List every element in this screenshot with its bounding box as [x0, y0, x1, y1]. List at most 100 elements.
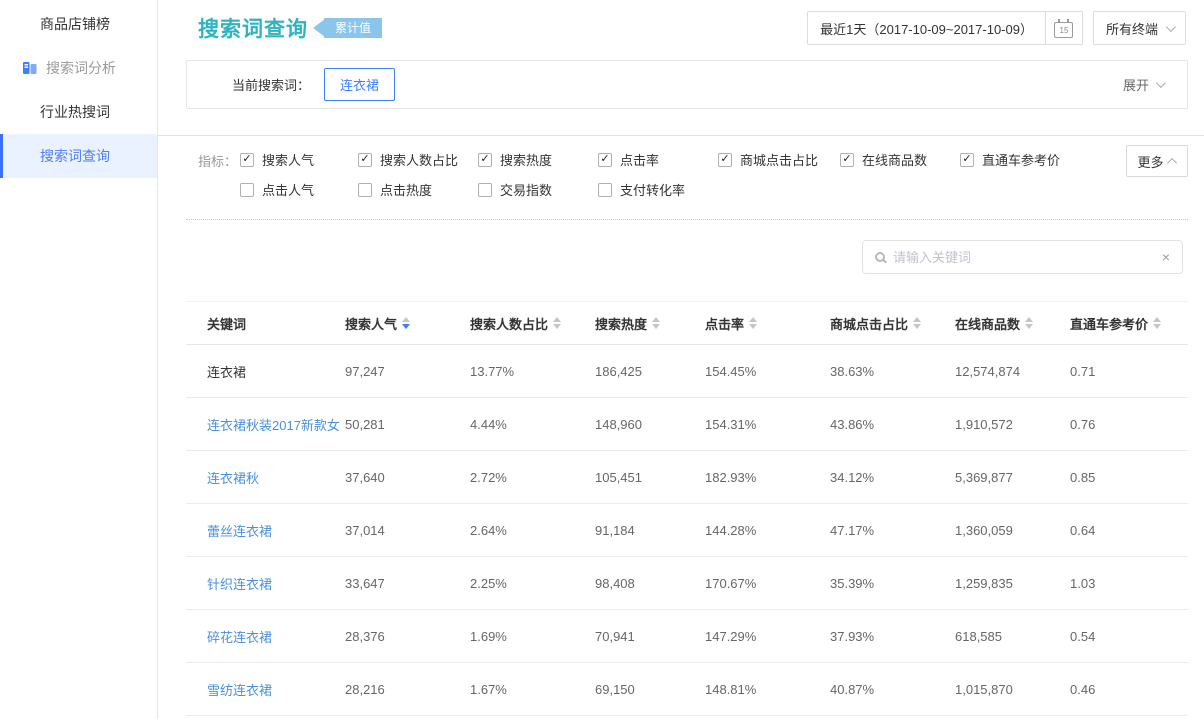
metric-label: 搜索热度 — [500, 150, 552, 169]
checkbox-icon[interactable] — [240, 183, 254, 197]
table-cell-value: 0.46 — [1070, 682, 1188, 697]
keyword-link[interactable]: 连衣裙秋装2017新款女 — [207, 415, 345, 434]
column-header[interactable]: 搜索人数占比 — [470, 314, 595, 333]
metric-checkbox-item[interactable]: 支付转化率 — [598, 180, 718, 199]
metrics-panel: 指标： 搜索人气搜索人数占比 搜索热度 点击率 商城点击占比 在线商品数 直通车参考价点击… — [158, 136, 1204, 211]
date-range-picker[interactable]: 最近1天（2017-10-09~2017-10-09） 15 — [807, 11, 1083, 45]
sort-arrows-icon[interactable] — [402, 317, 410, 329]
metric-checkbox-item[interactable]: 搜索人数占比 — [358, 150, 478, 169]
column-header-label: 搜索热度 — [595, 314, 647, 333]
metric-checkbox-item[interactable]: 交易指数 — [478, 180, 598, 199]
table-cell-value: 5,369,877 — [955, 470, 1070, 485]
date-range-text: 最近1天（2017-10-09~2017-10-09） — [808, 12, 1045, 44]
current-keyword-chip[interactable]: 连衣裙 — [324, 68, 395, 101]
metric-checkbox-item[interactable]: 直通车参考价 — [960, 150, 1100, 169]
metric-label: 商城点击占比 — [740, 150, 818, 169]
table-cell-value: 70,941 — [595, 629, 705, 644]
dotted-divider — [186, 219, 1188, 220]
table-cell-value: 34.12% — [830, 470, 955, 485]
more-button[interactable]: 更多 — [1126, 145, 1188, 177]
expand-button[interactable]: 展开 — [1123, 75, 1163, 94]
metric-label: 在线商品数 — [862, 150, 927, 169]
table-cell-value: 2.64% — [470, 523, 595, 538]
checkbox-icon[interactable] — [960, 153, 974, 167]
column-header[interactable]: 搜索人气 — [345, 314, 470, 333]
checkbox-icon[interactable] — [358, 183, 372, 197]
sidebar: 商品店铺榜搜索词分析行业热搜词搜索词查询 — [0, 0, 158, 719]
checkbox-icon[interactable] — [840, 153, 854, 167]
column-header[interactable]: 在线商品数 — [955, 314, 1070, 333]
table-cell-value: 28,376 — [345, 629, 470, 644]
terminal-select[interactable]: 所有终端 — [1093, 11, 1186, 45]
table-row: 连衣裙秋37,6402.72%105,451182.93%34.12%5,369… — [186, 451, 1188, 504]
sidebar-item-label: 搜索词查询 — [40, 146, 110, 166]
keyword-link[interactable]: 蕾丝连衣裙 — [207, 521, 345, 540]
column-header[interactable]: 商城点击占比 — [830, 314, 955, 333]
sort-arrows-icon[interactable] — [652, 317, 660, 329]
checkbox-icon[interactable] — [718, 153, 732, 167]
sort-arrows-icon[interactable] — [553, 317, 561, 329]
metric-checkbox-item[interactable]: 点击热度 — [358, 180, 478, 199]
keyword-link[interactable]: 雪纺连衣裙 — [207, 680, 345, 699]
table-cell-value: 148.81% — [705, 682, 830, 697]
topbar: 搜索词查询 累计值 最近1天（2017-10-09~2017-10-09） 15… — [158, 0, 1204, 56]
checkbox-icon[interactable] — [598, 153, 612, 167]
checkbox-icon[interactable] — [358, 153, 372, 167]
sort-arrows-icon[interactable] — [749, 317, 757, 329]
table-row: 雪纺连衣裙28,2161.67%69,150148.81%40.87%1,015… — [186, 663, 1188, 716]
column-header[interactable]: 点击率 — [705, 314, 830, 333]
checkbox-icon[interactable] — [240, 153, 254, 167]
table-cell-value: 154.31% — [705, 417, 830, 432]
table-cell-value: 37,640 — [345, 470, 470, 485]
table-cell-value: 12,574,874 — [955, 364, 1070, 379]
sidebar-item[interactable]: 搜索词分析 — [0, 46, 157, 90]
checkbox-icon[interactable] — [478, 153, 492, 167]
sidebar-item-active[interactable]: 搜索词查询 — [0, 134, 157, 178]
metric-checkbox-item[interactable]: 商城点击占比 — [718, 150, 840, 169]
table-cell-value: 1,360,059 — [955, 523, 1070, 538]
table-cell-value: 35.39% — [830, 576, 955, 591]
column-header-label: 搜索人数占比 — [470, 314, 548, 333]
table-cell-value: 97,247 — [345, 364, 470, 379]
table-cell-value: 0.54 — [1070, 629, 1188, 644]
metric-checkbox-item[interactable]: 在线商品数 — [840, 150, 960, 169]
keyword-search-box: × — [862, 240, 1183, 274]
sort-arrows-icon[interactable] — [1025, 317, 1033, 329]
current-search-label: 当前搜索词： — [232, 75, 310, 94]
keyword-link[interactable]: 碎花连衣裙 — [207, 627, 345, 646]
calendar-icon: 15 — [1054, 22, 1073, 38]
checkbox-icon[interactable] — [598, 183, 612, 197]
sort-arrows-icon[interactable] — [913, 317, 921, 329]
table-cell-value: 147.29% — [705, 629, 830, 644]
column-header[interactable]: 搜索热度 — [595, 314, 705, 333]
column-header-label: 直通车参考价 — [1070, 314, 1148, 333]
metric-label: 直通车参考价 — [982, 150, 1060, 169]
sidebar-item[interactable]: 行业热搜词 — [0, 90, 157, 134]
checkbox-icon[interactable] — [478, 183, 492, 197]
metric-checkbox-item[interactable]: 搜索热度 — [478, 150, 598, 169]
metric-label: 点击率 — [620, 150, 659, 169]
sidebar-item-label: 商品店铺榜 — [40, 14, 110, 34]
main-content: 搜索词查询 累计值 最近1天（2017-10-09~2017-10-09） 15… — [158, 0, 1204, 719]
column-header-label: 在线商品数 — [955, 314, 1020, 333]
table-cell-value: 0.64 — [1070, 523, 1188, 538]
keyword-link[interactable]: 连衣裙秋 — [207, 468, 345, 487]
table-row: 连衣裙秋装2017新款女50,2814.44%148,960154.31%43.… — [186, 398, 1188, 451]
sort-arrows-icon[interactable] — [1153, 317, 1161, 329]
sidebar-item-label: 行业热搜词 — [40, 102, 110, 122]
table-cell-value: 0.85 — [1070, 470, 1188, 485]
close-icon[interactable]: × — [1162, 250, 1170, 264]
terminal-select-value: 所有终端 — [1106, 19, 1158, 38]
keyword-link[interactable]: 针织连衣裙 — [207, 574, 345, 593]
metrics-label: 指标： — [198, 150, 240, 199]
metric-checkbox-item[interactable]: 点击率 — [598, 150, 718, 169]
table-cell-value: 13.77% — [470, 364, 595, 379]
metric-checkbox-item[interactable]: 点击人气 — [240, 180, 358, 199]
column-header[interactable]: 直通车参考价 — [1070, 314, 1188, 333]
keyword-search-input[interactable] — [893, 250, 1154, 265]
calendar-button[interactable]: 15 — [1045, 12, 1082, 44]
cumulative-badge: 累计值 — [324, 18, 382, 38]
sidebar-item[interactable]: 商品店铺榜 — [0, 2, 157, 46]
sidebar-item-label: 搜索词分析 — [46, 58, 116, 78]
metric-checkbox-item[interactable]: 搜索人气 — [240, 150, 358, 169]
